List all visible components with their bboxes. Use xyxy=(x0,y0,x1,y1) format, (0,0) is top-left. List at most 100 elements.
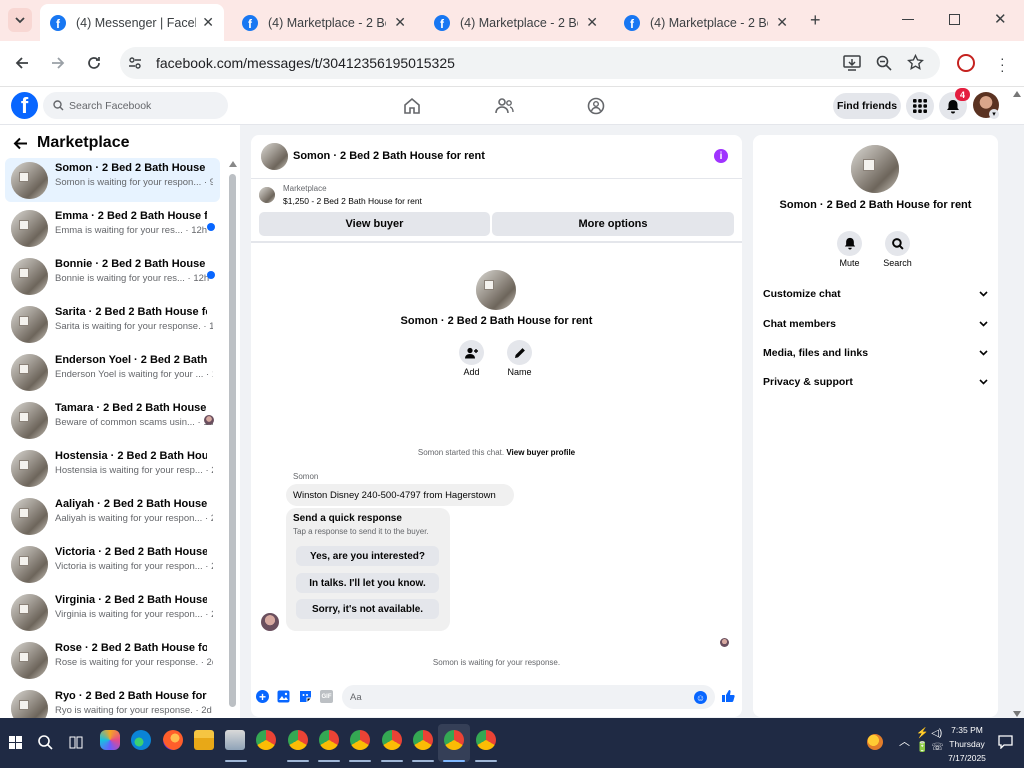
file-explorer-icon[interactable] xyxy=(194,730,214,750)
profile-icon[interactable] xyxy=(957,54,975,72)
url-text[interactable]: facebook.com/messages/t/3041235619501532… xyxy=(156,55,455,71)
sticker-icon[interactable] xyxy=(299,690,312,703)
conversation-item[interactable]: Tamara · 2 Bed 2 Bath House... Beware of … xyxy=(5,398,220,442)
weather-icon[interactable] xyxy=(867,734,883,750)
chat-title[interactable]: Somon · 2 Bed 2 Bath House for rent xyxy=(293,150,485,162)
show-hidden-icons-icon[interactable]: ︿ xyxy=(899,733,910,749)
gif-icon[interactable]: GIF xyxy=(320,690,333,703)
minimize-icon[interactable] xyxy=(902,19,914,20)
page-scroll-up-icon[interactable] xyxy=(1013,91,1021,97)
site-info-icon[interactable] xyxy=(128,56,142,70)
sender-avatar[interactable] xyxy=(261,613,279,631)
bookmark-star-icon[interactable] xyxy=(907,54,924,71)
message-bubble[interactable]: Winston Disney 240-500-4797 from Hagerst… xyxy=(286,484,514,506)
address-bar[interactable]: facebook.com/messages/t/3041235619501532… xyxy=(120,47,940,79)
conversation-item[interactable]: Ryo · 2 Bed 2 Bath House for re... Ryo is… xyxy=(5,686,220,719)
profile-avatar[interactable] xyxy=(476,270,516,310)
mute-button[interactable] xyxy=(837,231,862,256)
scrollbar-thumb[interactable] xyxy=(229,174,236,707)
quick-response-not-available[interactable]: Sorry, it's not available. xyxy=(296,599,439,619)
page-scroll-down-icon[interactable] xyxy=(1013,711,1021,717)
conversation-item[interactable]: Emma · 2 Bed 2 Bath House f... Emma is wa… xyxy=(5,206,220,250)
quick-response-in-talks[interactable]: In talks. I'll let you know. xyxy=(296,573,439,593)
conversation-item[interactable]: Rose · 2 Bed 2 Bath House for r... Rose i… xyxy=(5,638,220,682)
home-icon[interactable] xyxy=(403,97,421,115)
chrome-icon[interactable] xyxy=(256,730,276,750)
chrome-profile-icon[interactable] xyxy=(476,730,496,750)
listing-thumbnail[interactable] xyxy=(259,187,275,203)
conversation-item[interactable]: Hostensia · 2 Bed 2 Bath House... Hostens… xyxy=(5,446,220,490)
conversation-item[interactable]: Somon · 2 Bed 2 Bath House fo... Somon is… xyxy=(5,158,220,202)
browser-tab-marketplace-1[interactable]: f (4) Marketplace - 2 Bed ✕ xyxy=(232,4,416,41)
view-buyer-button[interactable]: View buyer xyxy=(259,212,490,236)
find-friends-button[interactable]: Find friends xyxy=(833,93,901,119)
facebook-logo-icon[interactable]: f xyxy=(11,92,38,119)
tab-close-icon[interactable]: ✕ xyxy=(586,14,598,31)
taskbar-search-icon[interactable] xyxy=(38,735,53,750)
new-tab-icon[interactable]: + xyxy=(810,10,821,31)
chrome-profile-icon[interactable] xyxy=(319,730,339,750)
menu-button[interactable] xyxy=(906,92,934,120)
window-close-icon[interactable]: ✕ xyxy=(994,10,1007,28)
edge-icon[interactable] xyxy=(131,730,151,750)
windows-start-icon[interactable] xyxy=(9,736,22,749)
chrome-profile-icon[interactable] xyxy=(444,730,464,750)
notification-center-icon[interactable] xyxy=(998,735,1013,749)
chat-members-row[interactable]: Chat members xyxy=(763,314,988,334)
browser-tab-marketplace-2[interactable]: f (4) Marketplace - 2 Bed ✕ xyxy=(424,4,608,41)
conversation-item[interactable]: Bonnie · 2 Bed 2 Bath House ... Bonnie is… xyxy=(5,254,220,298)
listing-text[interactable]: $1,250 - 2 Bed 2 Bath House for rent xyxy=(283,196,422,206)
chrome-profile-icon[interactable] xyxy=(382,730,402,750)
firefox-icon[interactable] xyxy=(163,730,183,750)
chrome-profile-icon[interactable] xyxy=(288,730,308,750)
conversation-item[interactable]: Sarita · 2 Bed 2 Bath House for ... Sarit… xyxy=(5,302,220,346)
search-conversation-button[interactable] xyxy=(885,231,910,256)
info-icon[interactable]: i xyxy=(714,149,728,163)
emoji-icon[interactable]: ☺ xyxy=(694,691,707,704)
reload-icon[interactable] xyxy=(86,55,102,71)
account-chevron-icon[interactable]: ▾ xyxy=(989,109,999,119)
tab-close-icon[interactable]: ✕ xyxy=(776,14,788,31)
tab-close-icon[interactable]: ✕ xyxy=(202,14,214,31)
conversation-scrollbar[interactable] xyxy=(229,161,237,716)
view-buyer-profile-link[interactable]: View buyer profile xyxy=(506,448,575,457)
quick-response-yes[interactable]: Yes, are you interested? xyxy=(296,546,439,566)
thumbs-up-icon[interactable] xyxy=(721,689,735,703)
message-input[interactable]: Aa xyxy=(342,685,715,709)
system-tray-icons[interactable]: ⚡ ◁) 🔋 ☏ xyxy=(916,727,944,755)
browser-tab-messenger[interactable]: f (4) Messenger | Facebook ✕ xyxy=(40,4,224,41)
media-files-links-row[interactable]: Media, files and links xyxy=(763,343,988,363)
chrome-profile-icon[interactable] xyxy=(413,730,433,750)
tab-close-icon[interactable]: ✕ xyxy=(394,14,406,31)
tab-search-button[interactable] xyxy=(8,8,32,32)
back-arrow-icon[interactable] xyxy=(13,137,28,150)
restore-icon[interactable] xyxy=(949,14,960,25)
chat-header-avatar[interactable] xyxy=(261,143,288,170)
install-app-icon[interactable] xyxy=(843,55,861,71)
task-view-icon[interactable] xyxy=(69,736,83,749)
back-icon[interactable] xyxy=(14,55,30,71)
more-options-button[interactable]: More options xyxy=(492,212,734,236)
friends-icon[interactable] xyxy=(495,97,514,115)
info-avatar[interactable] xyxy=(851,145,899,193)
app-icon[interactable] xyxy=(225,730,245,750)
chrome-profile-icon[interactable] xyxy=(350,730,370,750)
conversation-item[interactable]: Aaliyah · 2 Bed 2 Bath House f... Aaliyah… xyxy=(5,494,220,538)
facebook-search-box[interactable]: Search Facebook xyxy=(43,92,228,119)
conversation-item[interactable]: Enderson Yoel · 2 Bed 2 Bath H... Enderso… xyxy=(5,350,220,394)
copilot-icon[interactable] xyxy=(100,730,120,750)
scroll-up-icon[interactable] xyxy=(229,161,237,167)
browser-tab-marketplace-3[interactable]: f (4) Marketplace - 2 Bed ✕ xyxy=(614,4,798,41)
privacy-support-row[interactable]: Privacy & support xyxy=(763,372,988,392)
conversation-item[interactable]: Virginia · 2 Bed 2 Bath House f... Virgin… xyxy=(5,590,220,634)
add-member-button[interactable] xyxy=(459,340,484,365)
browser-menu-icon[interactable]: · · · xyxy=(1000,51,1005,77)
customize-chat-row[interactable]: Customize chat xyxy=(763,284,988,304)
edit-name-button[interactable] xyxy=(507,340,532,365)
conversation-item[interactable]: Victoria · 2 Bed 2 Bath House f... Victor… xyxy=(5,542,220,586)
photo-icon[interactable] xyxy=(277,690,290,703)
zoom-icon[interactable] xyxy=(876,55,892,71)
forward-icon[interactable] xyxy=(50,55,66,71)
clock[interactable]: 7:35 PM Thursday 7/17/2025 xyxy=(948,723,986,765)
add-attachment-icon[interactable]: + xyxy=(256,690,269,703)
